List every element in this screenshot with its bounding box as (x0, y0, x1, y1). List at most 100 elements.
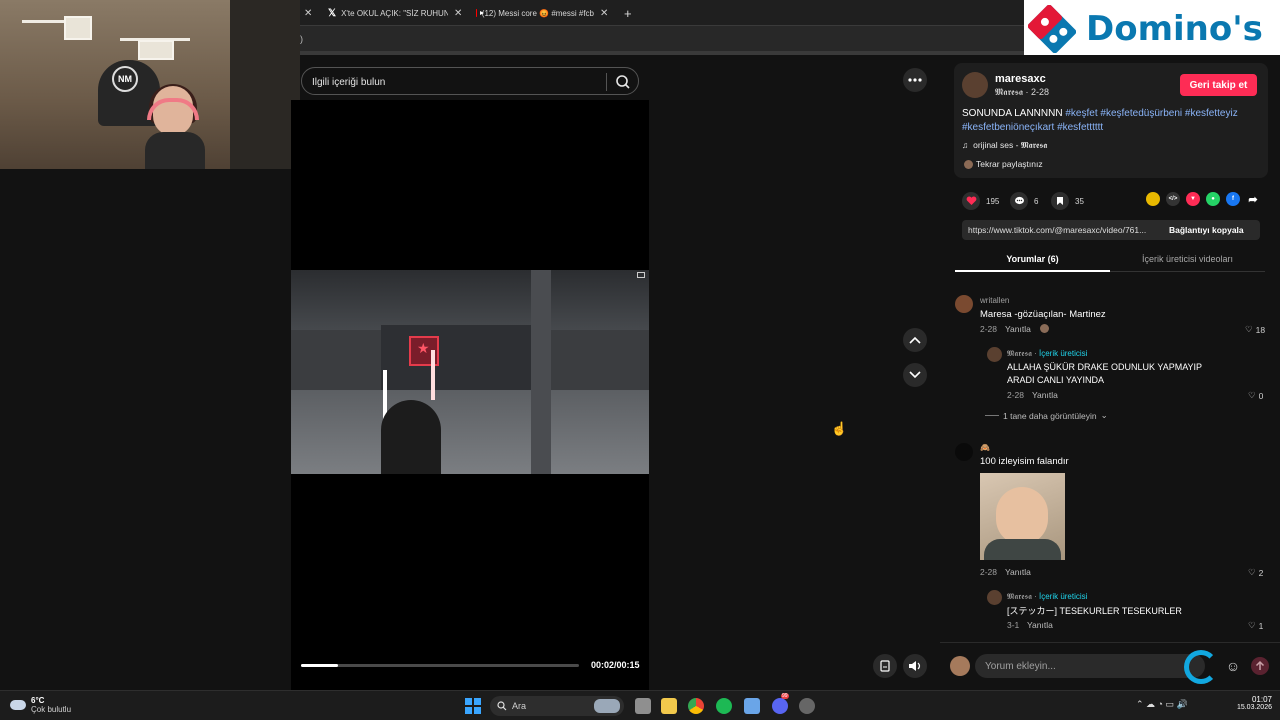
tab-close-button[interactable]: ✕ (600, 3, 608, 23)
more-options-button[interactable] (903, 68, 927, 92)
tab-label: (12) Messi core 😡 #messi #fcb (481, 8, 594, 18)
clock[interactable]: 01:07 15.03.2026 (1232, 695, 1272, 711)
video-progress-fill (301, 664, 339, 667)
comment-username[interactable]: 🙈 (980, 443, 990, 452)
follow-back-button[interactable]: Geri takip et (1180, 74, 1257, 96)
link-box: https://www.tiktok.com/@maresaxc/video/7… (962, 220, 1260, 240)
comment-like-count: 1 (1258, 620, 1264, 631)
tab-youtube[interactable]: (12) Messi core 😡 #messi #fcb (476, 3, 594, 23)
search-divider (606, 73, 607, 91)
post-comment-button[interactable] (1251, 657, 1269, 675)
comment-like[interactable]: ♡ 0 (1248, 390, 1263, 401)
heart-outline-icon: ♡ (1245, 324, 1253, 334)
reply-button[interactable]: Yanıtla (1005, 324, 1031, 334)
comment-sticker-image[interactable] (980, 473, 1065, 560)
search-icon (497, 701, 507, 711)
app-icon[interactable] (799, 698, 815, 714)
post-url[interactable]: https://www.tiktok.com/@maresaxc/video/7… (968, 225, 1162, 235)
hashtag-link[interactable]: #kesfetteyiz (1185, 108, 1238, 119)
weather-widget[interactable]: 6°C Çok bulutlu (10, 696, 71, 714)
comment-like[interactable]: ♡ 18 (1245, 324, 1265, 335)
music-note-icon: ♫ (962, 140, 969, 150)
tab-close-button[interactable]: ✕ (304, 3, 312, 23)
volume-icon (909, 661, 921, 671)
discord-icon[interactable]: 99 (772, 693, 789, 714)
share-friends-icon[interactable]: ▼ (1186, 192, 1200, 206)
heart-outline-icon: ♡ (1248, 620, 1256, 630)
music-info[interactable]: ♫ orijinal ses - 𝕸𝖆𝖗𝖊𝖘𝖆 (962, 140, 1047, 151)
active-tab-indicator (955, 270, 1110, 272)
address-bar[interactable]: ) (300, 25, 1024, 51)
reshare-info: Tekrar paylaştınız (964, 159, 1043, 169)
heart-outline-icon: ♡ (1248, 567, 1256, 577)
windows-start-icon[interactable] (465, 698, 481, 714)
hashtag-link[interactable]: #keşfet (1065, 108, 1097, 119)
search-input[interactable] (312, 74, 592, 90)
share-arrow-icon[interactable]: ➦ (1246, 192, 1260, 206)
taskbar-search[interactable]: Ara (490, 696, 624, 716)
tab-strip: ✕ 𝕏 X'te OKUL AÇIK: "SİZ RUHUNU ✕ (12) M… (300, 0, 1024, 25)
copy-link-button[interactable]: Bağlantıyı kopyala (1169, 225, 1244, 235)
like-stat[interactable]: 195 (962, 192, 999, 210)
embed-icon[interactable]: </> (1166, 192, 1180, 206)
notification-badge: 99 (781, 693, 789, 699)
commenter-avatar[interactable] (955, 443, 973, 461)
comment-like[interactable]: ♡ 1 (1248, 620, 1263, 631)
post-caption: SONUNDA LANNNNN #keşfet #keşfetedüşürben… (962, 107, 1262, 135)
creator-avatar[interactable] (987, 347, 1002, 362)
streamer (145, 84, 205, 169)
comment-username[interactable]: writallen (980, 296, 1009, 305)
comment-like[interactable]: ♡ 2 (1248, 567, 1263, 578)
search-icon[interactable] (615, 74, 631, 90)
author-username[interactable]: maresaxc (995, 73, 1046, 85)
video-progress-bar[interactable] (301, 664, 579, 667)
comment-username[interactable]: 𝕸𝖆𝖗𝖊𝖘𝖆 · İçerik üreticisi (1007, 592, 1087, 602)
comment-text: ARADI CANLI YAYINDA (1007, 375, 1105, 385)
comment-input[interactable] (985, 659, 1165, 673)
creator-avatar[interactable] (987, 590, 1002, 605)
webcam-overlay: NM (0, 0, 300, 169)
mouse-cursor-icon: ☝ (831, 421, 848, 436)
hashtag-link[interactable]: #keşfetedüşürbeni (1100, 108, 1182, 119)
comment-date: 2-28 (980, 567, 998, 577)
arrow-down-icon (909, 371, 921, 379)
bookmark-icon (1051, 192, 1069, 210)
view-more-replies[interactable]: 1 tane daha görüntüleyin ⌄ (985, 410, 1108, 421)
tab-comments[interactable]: Yorumlar (6) (955, 254, 1110, 264)
tab-close-button[interactable]: ✕ (454, 3, 462, 23)
previous-video-button[interactable] (903, 328, 927, 352)
task-view-icon[interactable] (635, 698, 651, 714)
facebook-icon[interactable]: f (1226, 192, 1240, 206)
share-emoji-icon[interactable] (1146, 192, 1160, 206)
captions-button[interactable] (873, 654, 897, 678)
comment-username[interactable]: 𝕸𝖆𝖗𝖊𝖘𝖆 · İçerik üreticisi (1007, 349, 1087, 359)
volume-button[interactable] (903, 654, 927, 678)
tab-creator-videos[interactable]: İçerik üreticisi videoları (1110, 254, 1265, 264)
comment-date: 3-1 (1007, 620, 1020, 630)
light-strip (431, 350, 435, 400)
app-icon[interactable] (744, 698, 760, 714)
whatsapp-icon[interactable]: ● (1206, 192, 1220, 206)
file-explorer-icon[interactable] (661, 698, 677, 714)
caption-text: SONUNDA LANNNNN (962, 108, 1063, 119)
range-wall (381, 325, 551, 395)
commenter-avatar[interactable] (955, 295, 973, 313)
reply-button[interactable]: Yanıtla (1032, 390, 1058, 400)
comment-icon (1010, 192, 1028, 210)
reply-button[interactable]: Yanıtla (1005, 567, 1031, 577)
hashtag-link[interactable]: #kesfetttttt (1057, 122, 1103, 133)
new-tab-button[interactable]: + (624, 3, 632, 23)
author-avatar[interactable] (962, 72, 988, 98)
save-stat[interactable]: 35 (1051, 192, 1084, 210)
system-tray[interactable]: ⌃ ☁ ◔ ▭ 🔊 (1136, 699, 1188, 710)
ceiling (291, 270, 649, 330)
clock-time: 01:07 (1251, 695, 1272, 704)
tab-x[interactable]: 𝕏 X'te OKUL AÇIK: "SİZ RUHUNU (328, 3, 448, 23)
comment-date: 2-28 (1007, 390, 1025, 400)
hashtag-link[interactable]: #kesfetbeniöneçıkart (962, 122, 1054, 133)
reply-button[interactable]: Yanıtla (1027, 620, 1053, 630)
chrome-icon[interactable] (688, 698, 704, 714)
next-video-button[interactable] (903, 363, 927, 387)
spotify-icon[interactable] (716, 698, 732, 714)
comment-stat[interactable]: 6 (1010, 192, 1038, 210)
